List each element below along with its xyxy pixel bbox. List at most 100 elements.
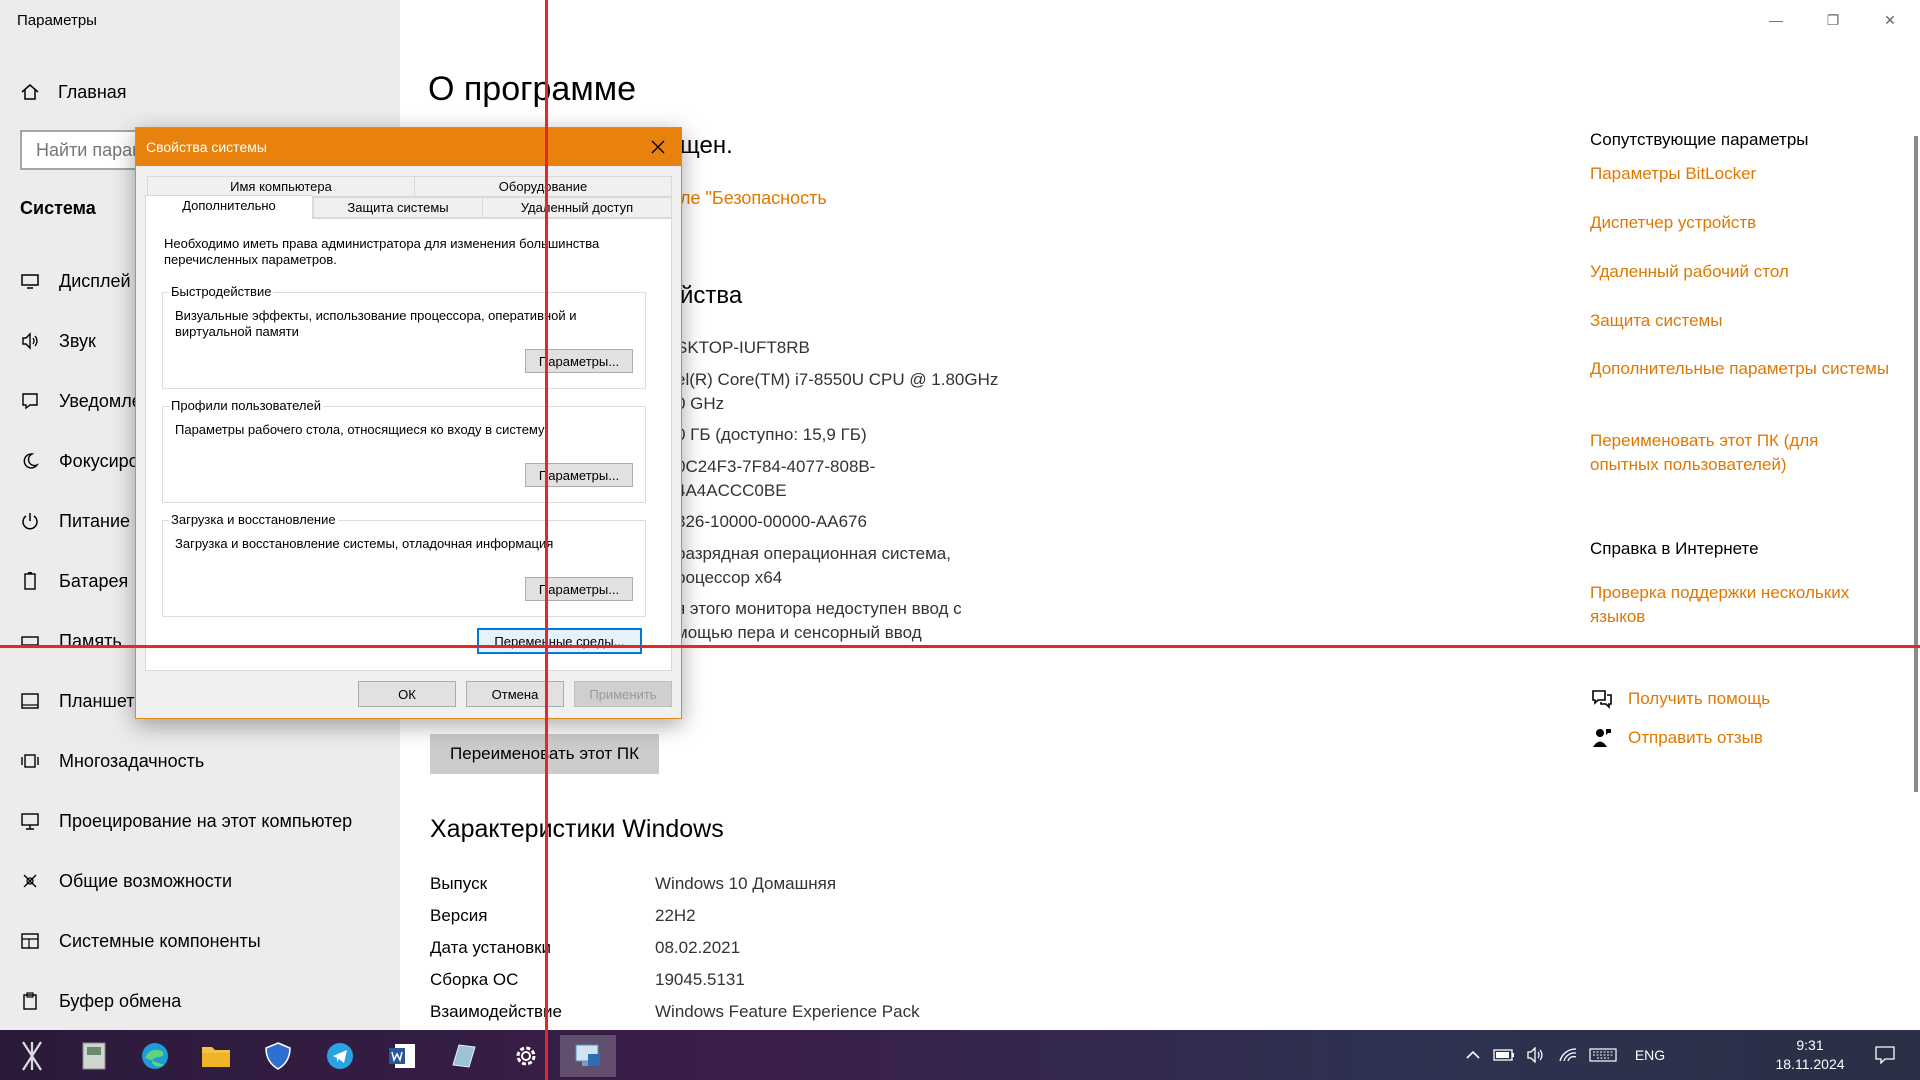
tab-advanced[interactable]: Дополнительно [145,195,313,219]
nav-item-multitasking[interactable]: Многозадачность [20,748,204,774]
taskbar-file-explorer[interactable] [188,1035,244,1077]
tray-clock[interactable]: 9:31 18.11.2024 [1770,1036,1850,1074]
edition-value: Windows 10 Домашняя [655,874,837,893]
tray-network[interactable] [1554,1030,1582,1080]
install-date-label: Дата установки [430,938,552,957]
nav-item-sound[interactable]: Звук [20,328,96,354]
taskbar-word[interactable] [374,1035,430,1077]
nav-item-shared-experiences[interactable]: Общие возможности [20,868,232,894]
nav-item-storage[interactable]: Память [20,628,122,654]
startup-recovery-settings-button[interactable]: Параметры... [525,577,633,601]
nav-item-system-components[interactable]: Системные компоненты [20,928,261,954]
nav-item-label: Память [59,630,122,651]
dialog-close-button[interactable] [635,128,681,166]
tray-overflow-button[interactable] [1460,1030,1486,1080]
system-type-value: разрядная операционная система, роцессор… [676,544,951,587]
group-description: Параметры рабочего стола, относящиеся ко… [175,422,545,437]
storage-icon [21,636,39,646]
restore-button[interactable]: ❐ [1813,8,1853,32]
feedback-label: Отправить отзыв [1628,728,1763,747]
startup-recovery-group: Загрузка и восстановление Загрузка и вос… [162,512,646,617]
system-tray: ENG 9:31 18.11.2024 [1460,1030,1920,1080]
notes-icon [452,1044,476,1068]
admin-note: Необходимо иметь права администратора дл… [164,236,600,267]
tab-hardware[interactable]: Оборудование [414,176,672,197]
rename-pc-advanced-link[interactable]: Переименовать этот ПК (для опытных польз… [1590,429,1890,477]
horizontal-guide-line [0,645,1920,648]
tray-battery[interactable] [1490,1030,1518,1080]
taskbar-network-app[interactable] [4,1035,60,1077]
language-support-link[interactable]: Проверка поддержки нескольких языков [1590,581,1890,629]
advanced-system-settings-link[interactable]: Дополнительные параметры системы [1590,357,1890,381]
taskbar-system-properties[interactable] [560,1035,616,1077]
tray-language[interactable]: ENG [1630,1030,1670,1080]
version-value: 22H2 [655,906,696,925]
home-icon [21,84,39,100]
nav-item-label: Буфер обмена [59,990,182,1011]
os-build-value: 19045.5131 [655,970,745,989]
taskbar-edge[interactable] [127,1035,183,1077]
performance-group: Быстродействие Визуальные эффекты, испол… [162,284,646,389]
page-title: О программе [428,70,637,108]
dialog-title: Свойства системы [146,139,267,155]
apply-button[interactable]: Применить [574,681,672,707]
nav-item-label: Системные компоненты [59,930,261,951]
nav-item-label: Планшет [59,690,135,711]
clock-date: 18.11.2024 [1775,1056,1845,1072]
processor-value: el(R) Core(TM) i7-8550U CPU @ 1.80GHz 0 … [676,370,999,413]
experience-label: Взаимодействие [430,1002,562,1021]
feedback-link[interactable]: Отправить отзыв [1590,727,1763,749]
minimize-button[interactable]: — [1756,8,1796,32]
tray-keyboard[interactable] [1586,1030,1620,1080]
system-properties-icon [575,1044,600,1066]
nav-item-projecting[interactable]: Проецирование на этот компьютер [20,808,352,834]
tray-volume[interactable] [1522,1030,1550,1080]
bitlocker-link[interactable]: Параметры BitLocker [1590,162,1890,186]
taskbar-notes[interactable] [436,1035,492,1077]
tab-computer-name[interactable]: Имя компьютера [147,176,415,197]
ram-value: 0 ГБ (доступно: 15,9 ГБ) [676,425,867,444]
nav-item-label: Проецирование на этот компьютер [59,810,353,831]
tray-notifications[interactable] [1860,1030,1910,1080]
file-explorer-icon [202,1047,230,1067]
dialog-titlebar[interactable]: Свойства системы [136,128,681,166]
nav-item-display[interactable]: Дисплей [20,268,131,294]
environment-variables-button[interactable]: Переменные среды... [477,628,642,654]
cancel-button[interactable]: Отмена [466,681,564,707]
nav-item-tablet[interactable]: Планшет [20,688,135,714]
notification-icon [22,393,38,410]
related-settings-title: Сопутствующие параметры [1590,130,1809,149]
taskbar-telegram[interactable] [312,1035,368,1077]
taskbar-storage-app[interactable] [66,1035,122,1077]
power-icon [22,513,38,530]
get-help-label: Получить помощь [1628,689,1771,708]
clipboard-icon [23,992,37,1010]
get-help-link[interactable]: Получить помощь [1590,688,1770,710]
experience-value: Windows Feature Experience Pack [655,1002,920,1021]
taskbar: ENG 9:31 18.11.2024 [0,1030,1920,1080]
device-manager-link[interactable]: Диспетчер устройств [1590,211,1890,235]
taskbar-shield-app[interactable] [250,1035,306,1077]
device-id-value: 0C24F3-7F84-4077-808B- 4A4ACCC0BE [676,457,876,500]
moon-icon [23,453,40,469]
system-protection-link[interactable]: Защита системы [1590,309,1890,333]
shared-icon [23,874,37,888]
ok-button[interactable]: ОК [358,681,456,707]
nav-item-clipboard[interactable]: Буфер обмена [20,988,181,1014]
main-scrollbar[interactable] [1914,136,1918,792]
group-description: Загрузка и восстановление системы, отлад… [175,536,554,551]
home-link[interactable]: Главная [20,80,127,104]
system-properties-dialog: Свойства системы Имя компьютера Оборудов… [135,127,682,719]
performance-settings-button[interactable]: Параметры... [525,349,633,373]
nav-item-battery[interactable]: Батарея [20,568,128,594]
volume-icon [1527,1047,1543,1063]
close-window-button[interactable]: ✕ [1870,8,1910,32]
tab-system-protection[interactable]: Защита системы [313,197,483,218]
security-link[interactable]: ле "Безопасность [680,188,827,209]
user-profiles-settings-button[interactable]: Параметры... [525,463,633,487]
storage-app-icon [82,1042,106,1070]
monitor-icon [21,274,39,289]
tab-remote[interactable]: Удаленный доступ [482,197,672,218]
chevron-up-icon [1466,1050,1480,1059]
remote-desktop-link[interactable]: Удаленный рабочий стол [1590,260,1890,284]
